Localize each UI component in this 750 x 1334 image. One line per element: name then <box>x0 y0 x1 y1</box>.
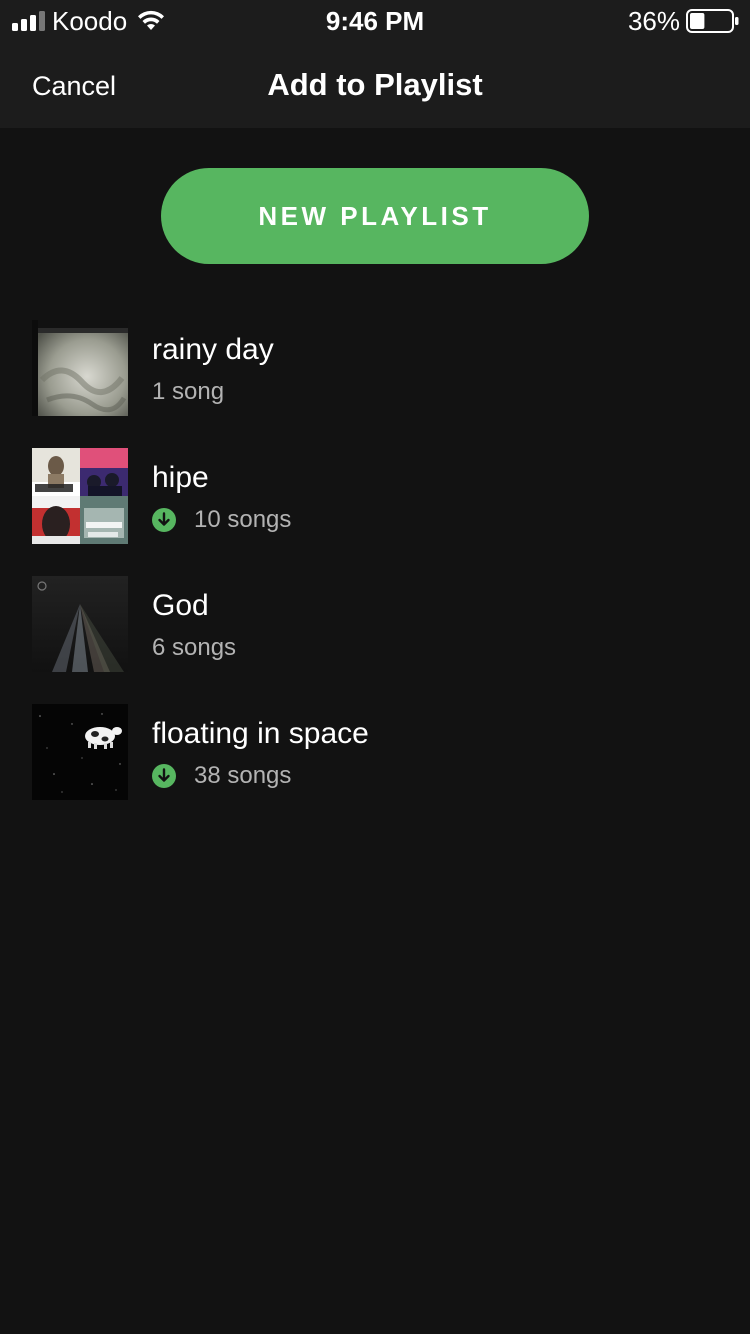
nav-header: Cancel Add to Playlist <box>0 42 750 128</box>
battery-percentage: 36% <box>627 6 680 36</box>
playlist-row-floating-in-space[interactable]: floating in space 38 songs <box>0 704 750 832</box>
playlist-cover-hipe <box>32 448 128 544</box>
downloaded-icon <box>152 764 176 788</box>
page-title: Add to Playlist <box>267 67 483 102</box>
playlist-song-count: 6 songs <box>152 634 237 661</box>
playlist-meta: 1 song <box>152 376 224 408</box>
new-playlist-button[interactable]: NEW PLAYLIST <box>161 168 589 264</box>
playlist-song-count: 1 song <box>152 378 225 405</box>
playlist-list: rainy day 1 song hipe 10 songs God 6 son… <box>0 320 750 832</box>
playlist-row-rainy-day[interactable]: rainy day 1 song <box>0 320 750 448</box>
playlist-row-hipe[interactable]: hipe 10 songs <box>0 448 750 576</box>
playlist-song-count: 38 songs <box>194 762 292 789</box>
playlist-cover-floating-in-space <box>32 704 128 800</box>
playlist-cover-rainy-day <box>32 320 128 416</box>
status-bar: Koodo 9:46 PM 36% <box>0 0 750 42</box>
playlist-row-god[interactable]: God 6 songs <box>0 576 750 704</box>
playlist-meta: 10 songs <box>152 504 291 536</box>
playlist-name: hipe <box>152 461 209 494</box>
playlist-name: rainy day <box>152 333 274 366</box>
playlist-meta: 6 songs <box>152 632 236 664</box>
downloaded-icon <box>152 508 176 532</box>
battery-icon <box>686 9 740 33</box>
playlist-name: God <box>152 589 209 622</box>
playlist-song-count: 10 songs <box>194 506 292 533</box>
playlist-name: floating in space <box>152 717 369 750</box>
playlist-meta: 38 songs <box>152 760 291 792</box>
playlist-cover-god <box>32 576 128 672</box>
